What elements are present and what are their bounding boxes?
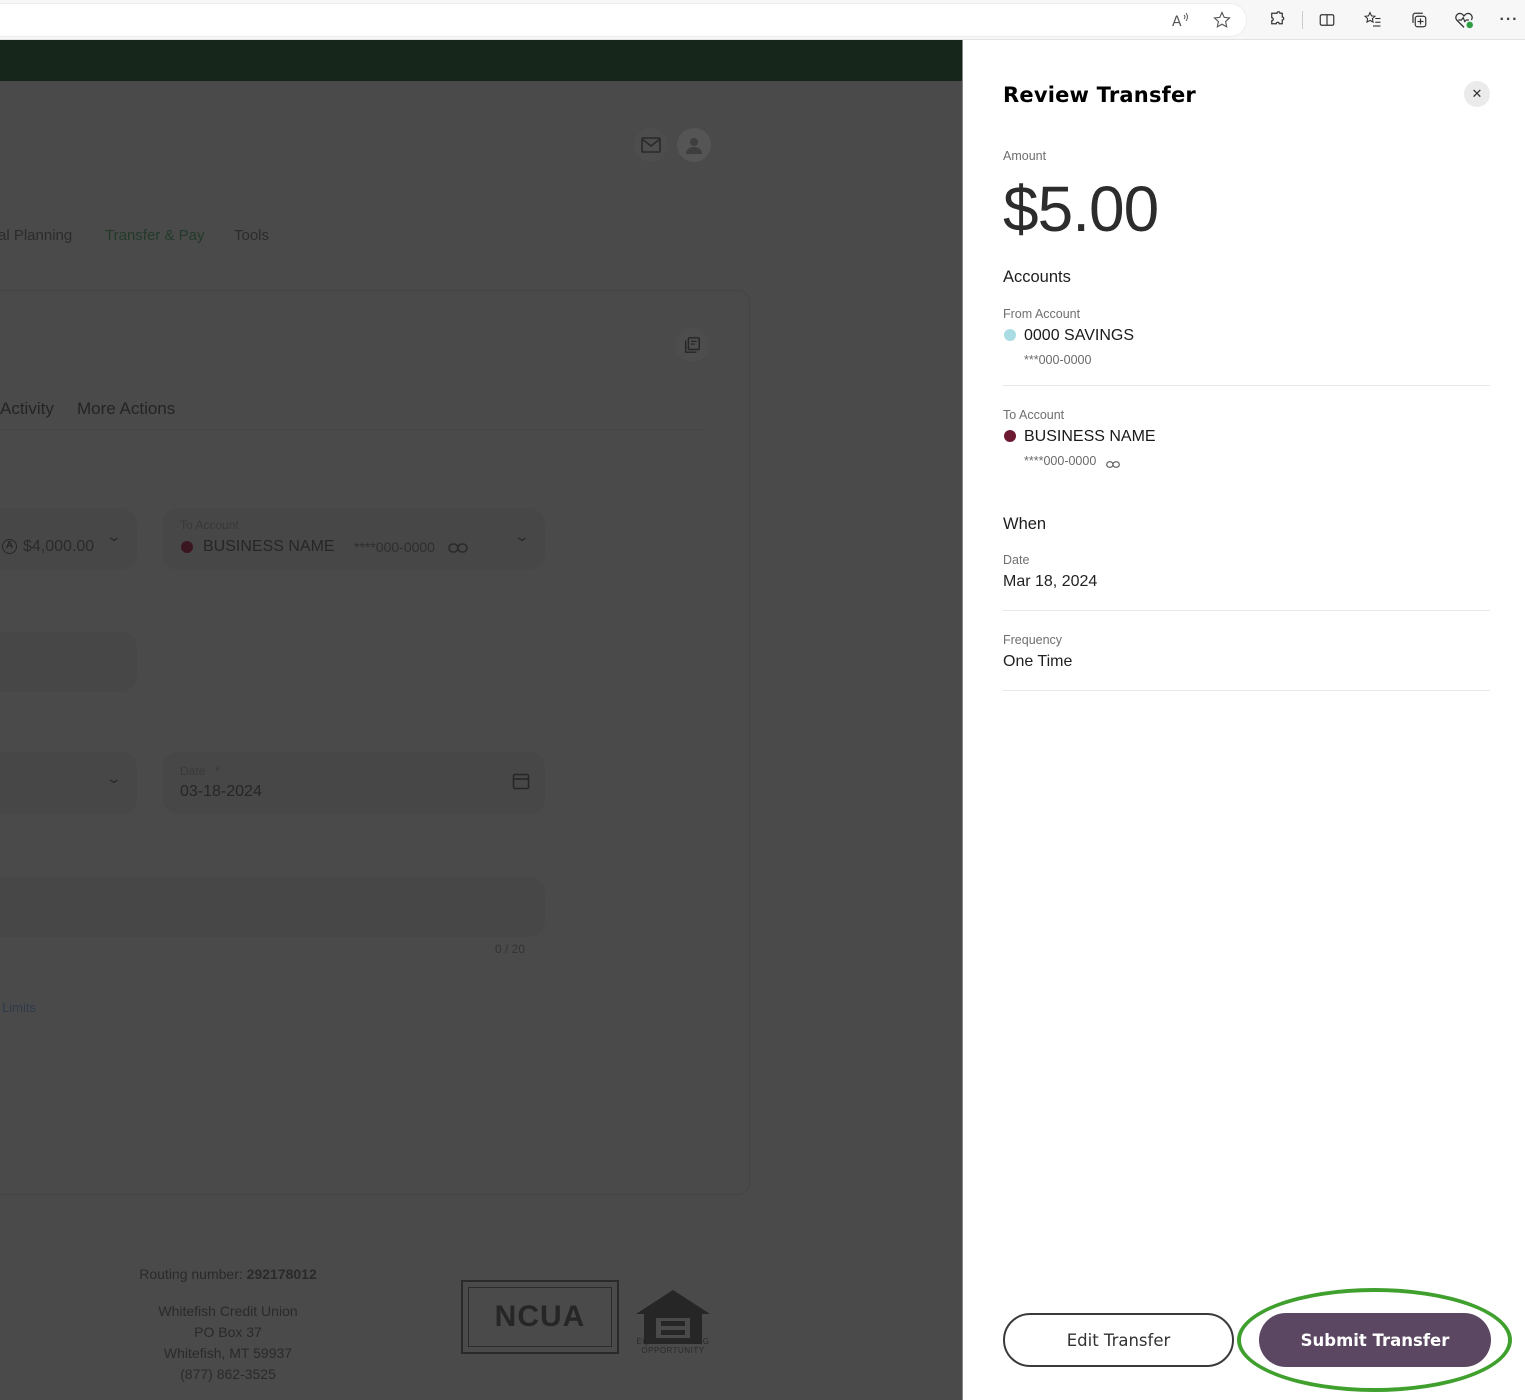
toolbar-separator [1302,11,1303,29]
amount-value: $5.00 [1003,173,1159,245]
brand-header [0,40,962,81]
amount-input[interactable] [0,632,137,692]
messages-icon[interactable] [634,128,668,162]
favorites-list-icon[interactable] [1361,8,1385,32]
routing-value: 292178012 [246,1266,317,1282]
tab-activity[interactable]: Activity [0,399,54,419]
review-transfer-panel: Review Transfer ✕ Amount $5.00 Accounts … [962,40,1525,1400]
calendar-icon[interactable] [512,772,530,795]
ncua-logo: NCUA [461,1280,619,1354]
available-balance-icon: A [2,539,17,554]
to-account-name: BUSINESS NAME [203,538,335,555]
footer-address-pobox: PO Box 37 [194,1324,262,1340]
equal-housing-line-1: EQUAL HOUSING [636,1337,710,1346]
chevron-down-icon: ⌄ [105,528,123,544]
to-account-label: To Account [1003,408,1065,422]
from-account-color-dot [1004,329,1016,341]
nav-transfer-pay[interactable]: Transfer & Pay [105,227,204,244]
collections-icon[interactable] [1407,8,1431,32]
date-value: Mar 18, 2024 [1003,573,1098,590]
footer-address-name: Whitefish Credit Union [158,1303,298,1319]
tab-divider [0,429,705,430]
to-account-number: ****000-0000 [354,539,435,555]
close-icon: ✕ [1471,86,1483,101]
routing-number: Routing number: 292178012 [78,1266,378,1282]
address-bar[interactable] [0,4,1246,36]
footer-phone: (877) 862-3525 [180,1366,276,1382]
from-account-select[interactable]: A $4,000.00 ⌄ [0,508,137,570]
date-label: Date [180,764,206,778]
required-mark: * [215,764,220,778]
routing-label: Routing number: [139,1266,243,1282]
submit-transfer-button[interactable]: Submit Transfer [1259,1313,1491,1367]
nav-tools[interactable]: Tools [234,227,269,244]
from-balance: $4,000.00 [23,538,95,555]
frequency-select[interactable]: ⌄ [0,752,137,814]
favorite-star-icon[interactable] [1210,8,1234,32]
ncua-logo-text: NCUA [468,1287,612,1347]
from-account-name: 0000 SAVINGS [1024,327,1134,344]
transfer-form-card [0,290,750,1195]
date-label: Date [1003,553,1030,567]
close-button[interactable]: ✕ [1464,81,1490,107]
from-account-label: From Account [1003,307,1081,321]
user-avatar-icon[interactable] [677,128,711,162]
divider [1003,690,1490,691]
equal-housing-line-2: OPPORTUNITY [641,1346,705,1355]
copy-document-icon[interactable] [675,328,709,362]
footer-address-city: Whitefish, MT 59937 [163,1345,293,1361]
link-icon [448,541,468,559]
background-page: al Planning Transfer & Pay Tools Activit… [0,40,962,1400]
link-icon [1106,456,1120,474]
memo-character-counter: 0 / 20 [495,942,526,956]
equal-housing-text: EQUAL HOUSING OPPORTUNITY [634,1337,712,1355]
read-aloud-icon[interactable]: A [1169,8,1193,32]
to-account-color-dot [1004,430,1016,442]
accounts-heading: Accounts [1003,268,1071,286]
when-heading: When [1003,515,1047,533]
split-screen-icon[interactable] [1315,8,1339,32]
browser-essentials-icon[interactable] [1452,8,1476,32]
edit-transfer-button[interactable]: Edit Transfer [1003,1313,1234,1367]
frequency-label: Frequency [1003,633,1063,647]
divider [1003,610,1490,611]
frequency-value: One Time [1003,653,1073,670]
to-account-label: To Account [180,518,239,532]
date-value: 03-18-2024 [180,783,262,800]
chevron-down-icon: ⌄ [105,770,123,786]
date-input[interactable]: Date * 03-18-2024 [162,752,545,814]
extensions-icon[interactable] [1265,8,1289,32]
more-options-icon[interactable]: ··· [1497,8,1521,32]
to-account-number: ****000-0000 [1024,454,1097,468]
divider [1003,385,1490,386]
panel-title: Review Transfer [1003,83,1196,107]
memo-input[interactable] [0,877,545,937]
amount-label: Amount [1003,149,1047,163]
to-account-name: BUSINESS NAME [1024,428,1156,445]
to-account-select[interactable]: To Account BUSINESS NAME ****000-0000 ⌄ [162,508,545,570]
browser-toolbar: A ··· [0,0,1525,40]
chevron-down-icon: ⌄ [513,528,531,544]
svg-text:A: A [1172,14,1182,28]
from-account-number: ***000-0000 [1024,353,1092,367]
nav-financial-planning[interactable]: al Planning [0,227,72,244]
limits-link[interactable]: Limits [2,1000,36,1015]
to-account-color-dot [181,541,193,553]
tab-more-actions[interactable]: More Actions [77,399,175,419]
